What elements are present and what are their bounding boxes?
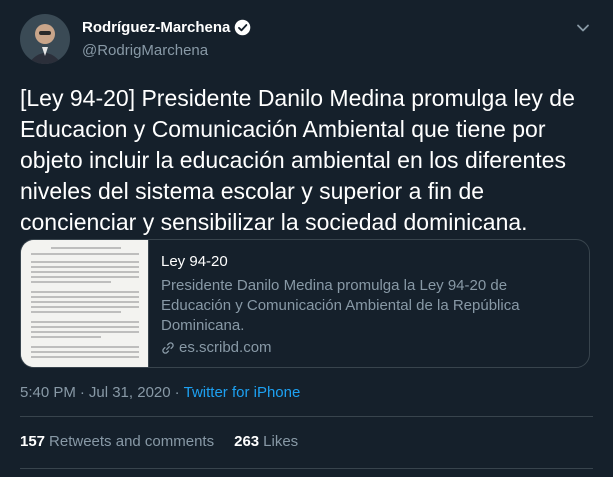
likes-label: Likes xyxy=(263,433,299,450)
tweet: Rodríguez-Marchena @RodrigMarchena [Ley … xyxy=(0,0,613,477)
author-handle[interactable]: @RodrigMarchena xyxy=(82,42,208,59)
divider xyxy=(20,468,593,469)
verified-badge-icon xyxy=(234,19,251,36)
document-thumbnail xyxy=(21,240,149,367)
retweets-label: Retweets and comments xyxy=(49,433,215,450)
likes-stat[interactable]: 263 Likes xyxy=(234,433,298,450)
tweet-time[interactable]: 5:40 PM xyxy=(20,384,76,401)
retweets-count: 157 xyxy=(20,433,46,450)
tweet-stats: 157 Retweets and comments 263 Likes xyxy=(20,433,298,450)
card-title: Ley 94-20 xyxy=(161,253,228,270)
meta-separator: · xyxy=(174,384,180,401)
tweet-source-link[interactable]: Twitter for iPhone xyxy=(184,384,301,401)
link-icon xyxy=(161,341,175,355)
card-info: Ley 94-20 Presidente Danilo Medina promu… xyxy=(149,240,589,367)
link-card[interactable]: Ley 94-20 Presidente Danilo Medina promu… xyxy=(20,239,590,368)
retweets-stat[interactable]: 157 Retweets and comments xyxy=(20,433,214,450)
avatar[interactable] xyxy=(20,14,70,64)
tweet-meta: 5:40 PM · Jul 31, 2020 · Twitter for iPh… xyxy=(20,384,300,401)
meta-separator: · xyxy=(79,384,85,401)
card-description: Presidente Danilo Medina promulga la Ley… xyxy=(161,277,520,334)
author-name[interactable]: Rodríguez-Marchena xyxy=(82,19,251,36)
tweet-date[interactable]: Jul 31, 2020 xyxy=(89,384,171,401)
likes-count: 263 xyxy=(234,433,260,450)
card-domain-text: es.scribd.com xyxy=(179,339,272,356)
chevron-down-icon[interactable] xyxy=(575,20,591,36)
card-domain: es.scribd.com xyxy=(161,338,577,358)
tweet-text: [Ley 94-20] Presidente Danilo Medina pro… xyxy=(20,85,575,235)
divider xyxy=(20,416,593,417)
author-name-text: Rodríguez-Marchena xyxy=(82,19,231,36)
